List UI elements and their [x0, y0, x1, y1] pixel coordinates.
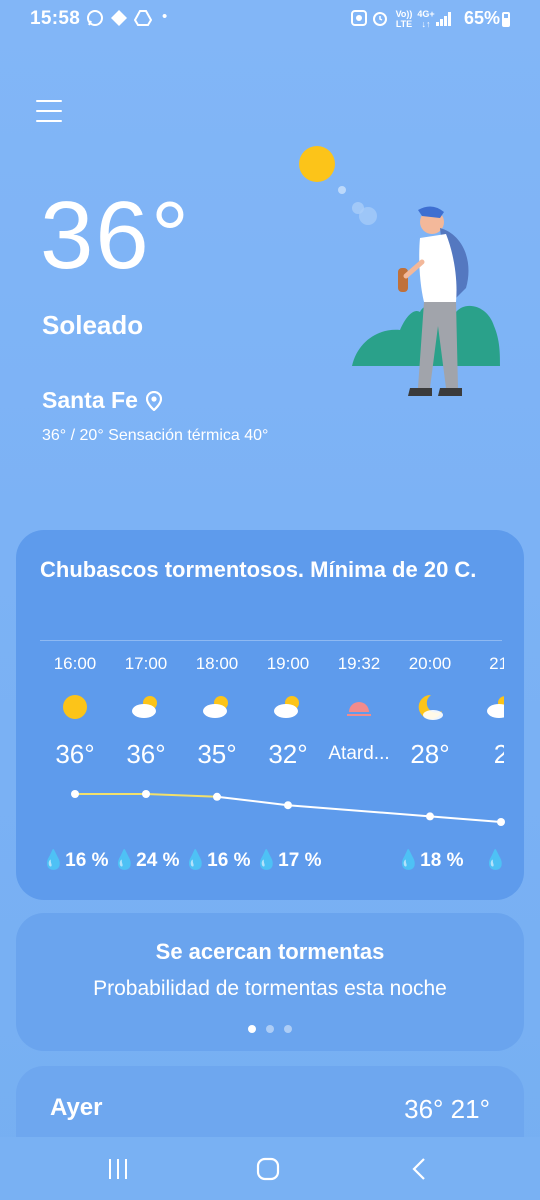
current-temperature: 36° — [40, 182, 192, 289]
hourly-summary-title: Chubascos tormentosos. Mínima de 20 C. — [40, 557, 477, 582]
whatsapp-icon — [86, 9, 104, 31]
hour-time: 17:00 — [124, 654, 168, 673]
battery-percentage: 65% — [463, 8, 500, 28]
curve-point — [142, 790, 150, 798]
sun-icon — [58, 690, 92, 724]
curve-point — [284, 801, 292, 810]
partly-cloudy-icon — [271, 690, 305, 724]
hour-time: 16:00 — [53, 654, 97, 673]
hour-column: 17:00 36° — [108, 652, 184, 770]
storm-title: Se acercan tormentas — [155, 939, 385, 964]
sun-illustration — [299, 146, 335, 182]
curve-point — [497, 818, 505, 826]
hour-temperature: 35° — [197, 739, 237, 769]
hour-column: 21: 2 — [463, 652, 504, 770]
rain-chance: 💧1 — [456, 848, 504, 872]
curve-segment — [216, 795, 289, 807]
hour-temperature: 36° — [55, 739, 95, 769]
sunset-icon — [342, 690, 376, 724]
page-indicator — [16, 1025, 524, 1033]
hourly-forecast-card[interactable]: Chubascos tormentosos. Mínima de 20 C. 1… — [16, 530, 524, 900]
person-illustration — [398, 206, 469, 396]
droplet-icon: 💧 — [183, 850, 208, 871]
sunset-label: Atard... — [328, 743, 390, 764]
volte-icon: Vo)) LTE — [395, 9, 413, 29]
dot-icon: • — [162, 8, 168, 25]
temperature-curve — [71, 790, 505, 826]
page-dot[interactable] — [248, 1025, 256, 1033]
curve-segment — [145, 793, 218, 798]
moon-icon — [413, 690, 447, 724]
hour-column: 18:00 35° — [179, 652, 255, 770]
droplet-icon: 💧 — [254, 850, 279, 871]
alarm-icon — [371, 9, 389, 31]
back-button[interactable] — [400, 1155, 440, 1183]
signal-icon — [436, 12, 452, 26]
hour-time: 19:32 — [337, 654, 381, 673]
hour-time: 20:00 — [408, 654, 452, 673]
storm-subtitle: Probabilidad de tormentas esta noche — [93, 977, 447, 1000]
hour-column: 19:00 32° — [250, 652, 326, 770]
curve-point — [213, 792, 221, 801]
yesterday-label: Ayer — [50, 1094, 103, 1121]
droplet-icon: 💧 — [41, 850, 66, 871]
nav-icon — [110, 9, 128, 31]
hour-temperature: 32° — [268, 739, 308, 769]
hour-time: 18:00 — [195, 654, 239, 673]
hour-temperature: 36° — [126, 739, 166, 769]
hour-temperature: 28° — [410, 739, 450, 769]
temperature-summary: 36° / 20° Sensación térmica 40° — [42, 427, 269, 444]
droplet-icon: 💧 — [396, 850, 421, 871]
curve-segment — [287, 804, 431, 818]
page-dot[interactable] — [266, 1025, 274, 1033]
yesterday-temperatures: 36° 21° — [404, 1094, 490, 1124]
partly-cloudy-icon — [129, 690, 163, 724]
hour-time: 21: — [489, 654, 504, 673]
battery-icon — [502, 12, 510, 27]
recent-apps-icon — [109, 1159, 127, 1179]
recent-apps-button[interactable] — [98, 1155, 138, 1183]
status-bar: 15:58 • Vo)) LTE 4G+ ↓↑ 65% — [0, 0, 540, 40]
hourly-scroll[interactable]: 16:00 36° 💧16 % 17:00 36° 💧24 % 18:00 35… — [16, 652, 504, 902]
location-pin-icon — [145, 390, 162, 411]
home-icon — [256, 1157, 280, 1181]
hour-time: 19:00 — [266, 654, 310, 673]
home-button[interactable] — [248, 1155, 288, 1183]
partly-cloudy-icon — [200, 690, 234, 724]
weather-illustration — [299, 146, 500, 396]
hour-column: 16:00 36° — [37, 652, 113, 770]
current-condition: Soleado — [42, 310, 144, 340]
droplet-icon: 💧 — [112, 850, 137, 871]
partly-cloudy-icon — [484, 690, 504, 724]
drive-icon — [133, 9, 153, 31]
hour-column: 19:32 Atard... — [321, 652, 397, 770]
divider — [40, 640, 502, 641]
page-dot[interactable] — [284, 1025, 292, 1033]
location-button[interactable]: Santa Fe — [42, 387, 162, 414]
rain-chance: 💧17 % — [254, 850, 322, 871]
location-name: Santa Fe — [42, 387, 138, 413]
curve-segment — [429, 815, 502, 823]
storm-alert-card[interactable]: Se acercan tormentas Probabilidad de tor… — [16, 913, 524, 1051]
hour-column: 20:00 28° — [392, 652, 468, 770]
curve-point — [426, 812, 434, 821]
4g-icon: 4G+ ↓↑ — [417, 9, 435, 29]
menu-button[interactable] — [36, 100, 62, 122]
hour-temperature: 2 — [493, 739, 504, 769]
status-time: 15:58 — [30, 8, 81, 29]
back-icon — [412, 1158, 425, 1180]
droplet-icon: 💧 — [483, 850, 504, 871]
recycle-icon — [350, 9, 368, 31]
navigation-bar — [0, 1137, 540, 1200]
curve-point — [71, 790, 79, 798]
